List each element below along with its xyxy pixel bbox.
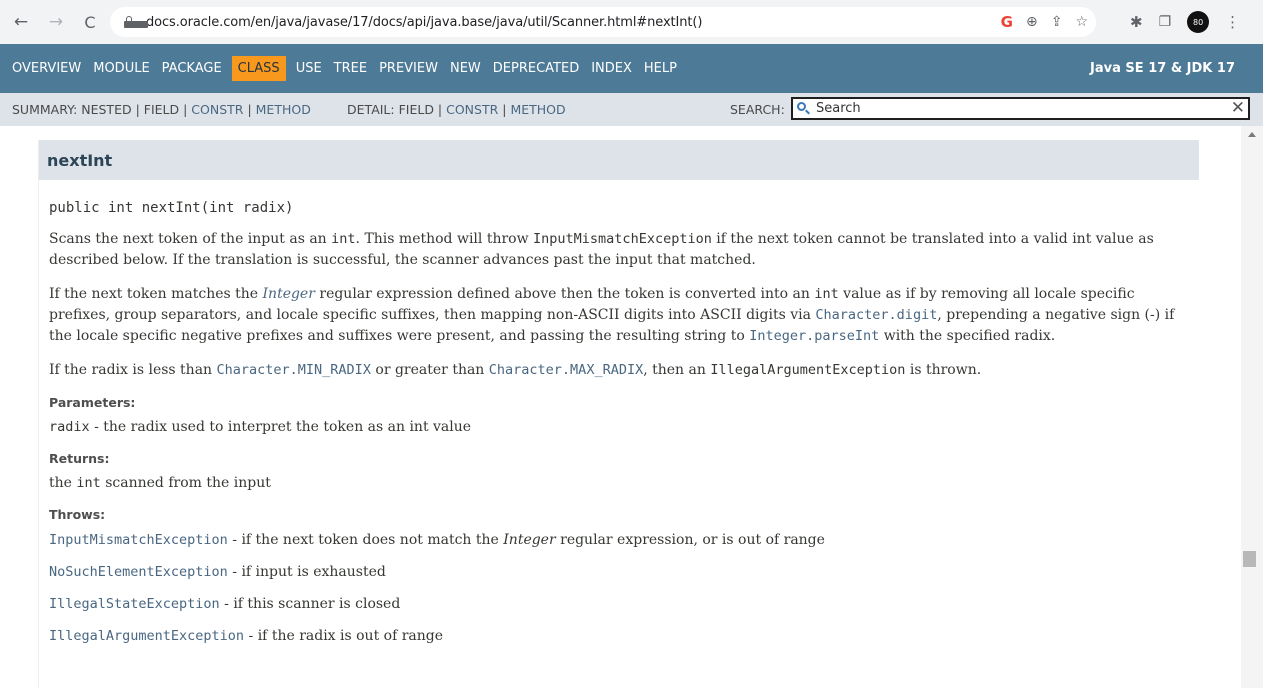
back-arrow-icon[interactable]: ← [10,11,32,33]
top-nav-deprecated[interactable]: DEPRECATED [487,56,585,81]
detail-constr-link[interactable]: CONSTR [446,102,498,117]
top-nav-new[interactable]: NEW [444,56,487,81]
parameter-radix: radix - the radix used to interpret the … [49,419,472,435]
search-box: ✕ [791,97,1250,120]
menu-kebab-icon[interactable]: ⋮ [1225,13,1240,31]
top-nav-use[interactable]: USE [290,56,328,81]
top-nav-tree[interactable]: TREE [328,56,373,81]
extensions-icon[interactable]: ✱ [1130,13,1143,31]
integer-regex-link[interactable]: Integer [263,286,315,302]
search-label: SEARCH: [730,102,785,117]
top-nav-overview[interactable]: OVERVIEW [0,56,87,81]
returns-label: Returns: [49,451,110,466]
summary-links: SUMMARY: NESTED | FIELD | CONSTR | METHO… [12,102,311,117]
url-text[interactable]: docs.oracle.com/en/java/javase/17/docs/a… [146,15,702,30]
address-bar[interactable]: docs.oracle.com/en/java/javase/17/docs/a… [110,7,1096,37]
integer-parseint-link[interactable]: Integer.parseInt [749,328,879,344]
bookmark-star-icon[interactable]: ☆ [1075,14,1088,30]
description-paragraph-3: If the radix is less than Character.MIN_… [49,362,982,378]
javadoc-sub-nav: SUMMARY: NESTED | FIELD | CONSTR | METHO… [0,93,1263,126]
no-such-element-exception-link[interactable]: NoSuchElementException [49,564,228,580]
method-signature: public int nextInt(int radix) [49,200,294,216]
illegal-argument-exception-link[interactable]: IllegalArgumentException [49,628,244,644]
top-nav-package[interactable]: PACKAGE [156,56,228,81]
summary-constr-link[interactable]: CONSTR [191,102,243,117]
javadoc-top-nav: OVERVIEW MODULE PACKAGE CLASS USE TREE PREVIEW… [0,44,1263,93]
forward-arrow-icon[interactable]: → [45,11,67,33]
scroll-up-arrow-icon[interactable] [1248,132,1256,137]
main-content: nextInt public int nextInt(int radix) Sc… [0,126,1241,688]
google-icon[interactable]: G [1001,13,1013,31]
returns-description: the int scanned from the input [49,475,271,491]
description-paragraph-2: If the next token matches the Integer re… [49,286,1175,344]
top-nav-class[interactable]: CLASS [231,56,286,81]
top-nav-module[interactable]: MODULE [87,56,155,81]
method-detail-section: nextInt public int nextInt(int radix) Sc… [38,140,1199,688]
profile-avatar[interactable]: 80 [1187,11,1210,33]
side-panel-icon[interactable]: ❐ [1159,14,1172,30]
throws-item: IllegalStateException - if this scanner … [49,596,401,612]
zoom-icon[interactable]: ⊕ [1026,14,1038,30]
search-input[interactable] [816,101,1216,116]
character-digit-link[interactable]: Character.digit [815,307,937,323]
throws-item: InputMismatchException - if the next tok… [49,532,825,548]
browser-toolbar: ← → C docs.oracle.com/en/java/javase/17/… [0,0,1263,44]
throws-list: InputMismatchException - if the next tok… [49,530,1185,646]
clear-search-icon[interactable]: ✕ [1231,99,1245,118]
lock-icon[interactable] [124,16,148,28]
input-mismatch-exception-link[interactable]: InputMismatchException [49,532,228,548]
vertical-scrollbar[interactable] [1241,126,1263,688]
throws-label: Throws: [49,507,106,522]
scrollbar-thumb[interactable] [1243,551,1256,567]
min-radix-link[interactable]: Character.MIN_RADIX [217,362,371,378]
top-nav-items: OVERVIEW MODULE PACKAGE CLASS USE TREE PREVIEW… [0,56,683,81]
illegal-state-exception-link[interactable]: IllegalStateException [49,596,220,612]
top-nav-index[interactable]: INDEX [585,56,638,81]
method-heading: nextInt [39,140,1199,180]
detail-links: DETAIL: FIELD | CONSTR | METHOD [347,102,566,117]
top-nav-preview[interactable]: PREVIEW [373,56,444,81]
parameters-label: Parameters: [49,395,136,410]
java-version-brand: Java SE 17 & JDK 17 [1090,61,1235,76]
max-radix-link[interactable]: Character.MAX_RADIX [489,362,643,378]
throws-item: IllegalArgumentException - if the radix … [49,628,444,644]
reload-icon[interactable]: C [79,11,101,33]
detail-method-link[interactable]: METHOD [510,102,565,117]
search-icon [796,101,810,116]
throws-item: NoSuchElementException - if input is exh… [49,564,386,580]
share-icon[interactable]: ⇪ [1051,14,1063,30]
top-nav-help[interactable]: HELP [638,56,683,81]
description-paragraph-1: Scans the next token of the input as an … [49,231,1154,268]
summary-method-link[interactable]: METHOD [256,102,311,117]
